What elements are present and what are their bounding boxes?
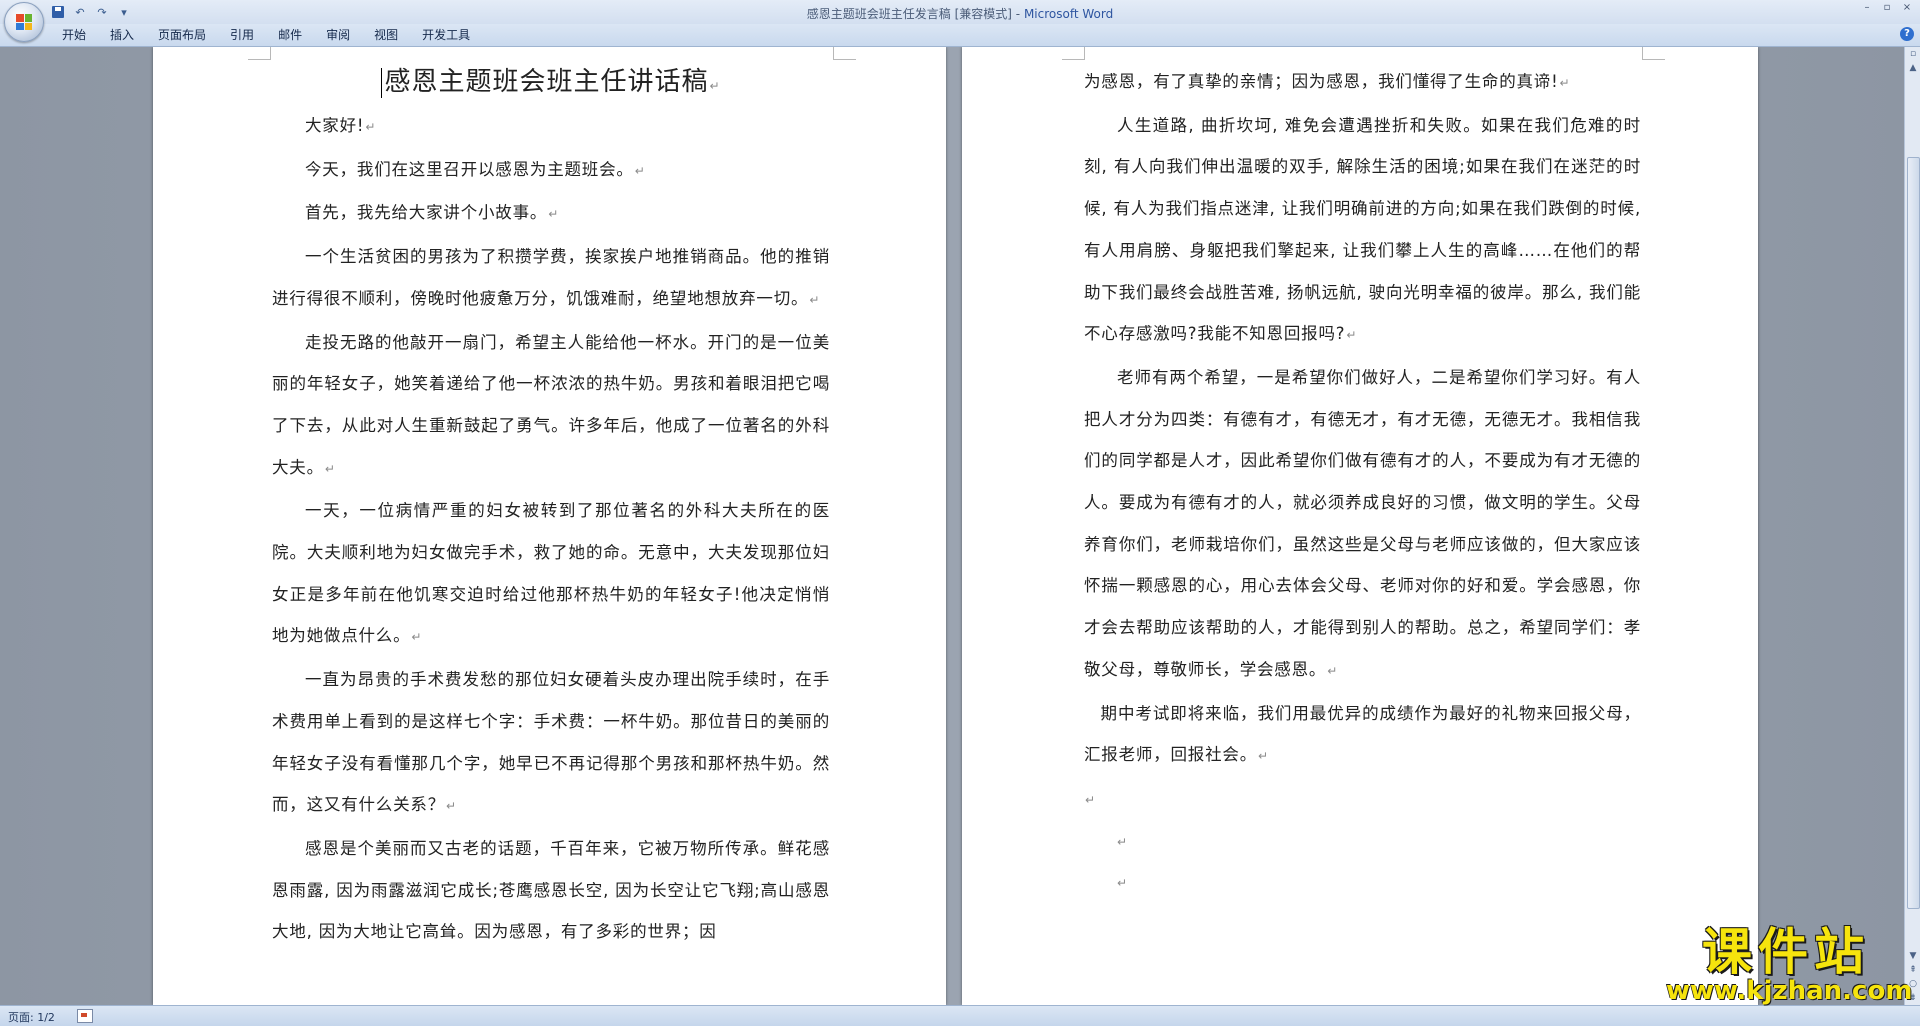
- title-bar: ↶ ↷ ▾ 感恩主题班会班主任发言稿 [兼容模式] - Microsoft Wo…: [0, 0, 1920, 24]
- restore-button[interactable]: ▫: [1878, 1, 1896, 15]
- paragraph[interactable]: 一个生活贫困的男孩为了积攒学费，挨家挨户地推销商品。他的推销进行得很不顺利，傍晚…: [272, 236, 830, 321]
- previous-page-button[interactable]: ⇞: [1905, 963, 1920, 977]
- proofing-status-icon[interactable]: [77, 1009, 93, 1023]
- watermark-logo: 课件站 www.kjzhan.com: [1666, 923, 1913, 1006]
- document-title[interactable]: 感恩主题班会班主任讲话稿↵: [272, 65, 830, 99]
- paragraph[interactable]: 一直为昂贵的手术费发愁的那位妇女硬着头皮办理出院手续时，在手术费用单上看到的是这…: [272, 659, 830, 828]
- status-bar: 页面: 1/2: [0, 1005, 1920, 1026]
- page-2[interactable]: 为感恩，有了真挚的亲情；因为感恩，我们懂得了生命的真谛!↵ 人生道路, 曲折坎坷…: [962, 47, 1758, 1005]
- watermark-url: www.kjzhan.com: [1666, 976, 1913, 1006]
- page-1[interactable]: 感恩主题班会班主任讲话稿↵ 大家好!↵ 今天，我们在这里召开以感恩为主题班会。↵…: [153, 47, 946, 1005]
- tab-page-layout[interactable]: 页面布局: [146, 27, 218, 43]
- paragraph[interactable]: 期中考试即将来临，我们用最优异的成绩作为最好的礼物来回报父母，汇报老师，回报社会…: [1084, 693, 1641, 778]
- paragraph[interactable]: 首先，我先给大家讲个小故事。↵: [272, 192, 830, 236]
- window-controls: – ▫ ×: [1858, 1, 1916, 15]
- empty-paragraph[interactable]: ↵: [1084, 861, 1641, 903]
- document-name: 感恩主题班会班主任发言稿 [兼容模式]: [806, 7, 1012, 21]
- tab-review[interactable]: 审阅: [314, 27, 362, 43]
- text-cursor: [381, 67, 383, 98]
- help-icon[interactable]: ?: [1900, 27, 1914, 41]
- close-button[interactable]: ×: [1898, 1, 1916, 15]
- document-area[interactable]: 感恩主题班会班主任讲话稿↵ 大家好!↵ 今天，我们在这里召开以感恩为主题班会。↵…: [0, 47, 1904, 1005]
- scrollbar-thumb[interactable]: [1907, 157, 1920, 909]
- ribbon-tab-bar: 开始 插入 页面布局 引用 邮件 审阅 视图 开发工具 ?: [0, 24, 1920, 47]
- office-button[interactable]: [4, 2, 44, 42]
- page-2-content: 为感恩，有了真挚的亲情；因为感恩，我们懂得了生命的真谛!↵ 人生道路, 曲折坎坷…: [1084, 47, 1641, 903]
- scroll-down-button[interactable]: ▼: [1905, 949, 1920, 963]
- page-count-status[interactable]: 页面: 1/2: [8, 1009, 55, 1025]
- tab-view[interactable]: 视图: [362, 27, 410, 43]
- empty-paragraph[interactable]: ↵: [1084, 820, 1641, 862]
- crop-mark: [1642, 47, 1665, 60]
- minimize-button[interactable]: –: [1858, 1, 1876, 15]
- tab-mailings[interactable]: 邮件: [266, 27, 314, 43]
- paragraph[interactable]: 人生道路, 曲折坎坷, 难免会遭遇挫折和失败。如果在我们危难的时刻, 有人向我们…: [1084, 105, 1641, 357]
- tab-insert[interactable]: 插入: [98, 27, 146, 43]
- page-1-content: 感恩主题班会班主任讲话稿↵ 大家好!↵ 今天，我们在这里召开以感恩为主题班会。↵…: [272, 47, 830, 953]
- vertical-scrollbar[interactable]: ▫ ▲ ▼ ⇞ ○ ⇟: [1904, 47, 1920, 1005]
- empty-paragraph[interactable]: ↵: [1084, 778, 1641, 820]
- tab-developer[interactable]: 开发工具: [410, 27, 482, 43]
- crop-mark: [833, 47, 856, 60]
- app-name: Microsoft Word: [1023, 7, 1114, 21]
- paragraph[interactable]: 今天，我们在这里召开以感恩为主题班会。↵: [272, 149, 830, 193]
- ribbon-tabs: 开始 插入 页面布局 引用 邮件 审阅 视图 开发工具: [50, 27, 482, 43]
- paragraph[interactable]: 为感恩，有了真挚的亲情；因为感恩，我们懂得了生命的真谛!↵: [1084, 61, 1641, 105]
- paragraph[interactable]: 走投无路的他敲开一扇门，希望主人能给他一杯水。开门的是一位美丽的年轻女子，她笑着…: [272, 322, 830, 491]
- paragraph[interactable]: 感恩是个美丽而又古老的话题，千百年来，它被万物所传承。鲜花感恩雨露, 因为雨露滋…: [272, 828, 830, 953]
- ruler-toggle-icon[interactable]: ▫: [1905, 47, 1920, 61]
- scroll-up-button[interactable]: ▲: [1905, 61, 1920, 75]
- tab-references[interactable]: 引用: [218, 27, 266, 43]
- watermark-title: 课件站: [1702, 923, 1870, 981]
- window-title: 感恩主题班会班主任发言稿 [兼容模式] - Microsoft Word: [0, 5, 1920, 22]
- title-separator: -: [1011, 7, 1024, 21]
- tab-home[interactable]: 开始: [50, 27, 98, 43]
- office-logo-icon: [16, 14, 32, 30]
- crop-mark: [1062, 47, 1085, 60]
- paragraph[interactable]: 老师有两个希望，一是希望你们做好人，二是希望你们学习好。有人把人才分为四类：有德…: [1084, 357, 1641, 693]
- crop-mark: [248, 47, 271, 60]
- paragraph[interactable]: 一天，一位病情严重的妇女被转到了那位著名的外科大夫所在的医院。大夫顺利地为妇女做…: [272, 490, 830, 659]
- paragraph[interactable]: 大家好!↵: [272, 105, 830, 149]
